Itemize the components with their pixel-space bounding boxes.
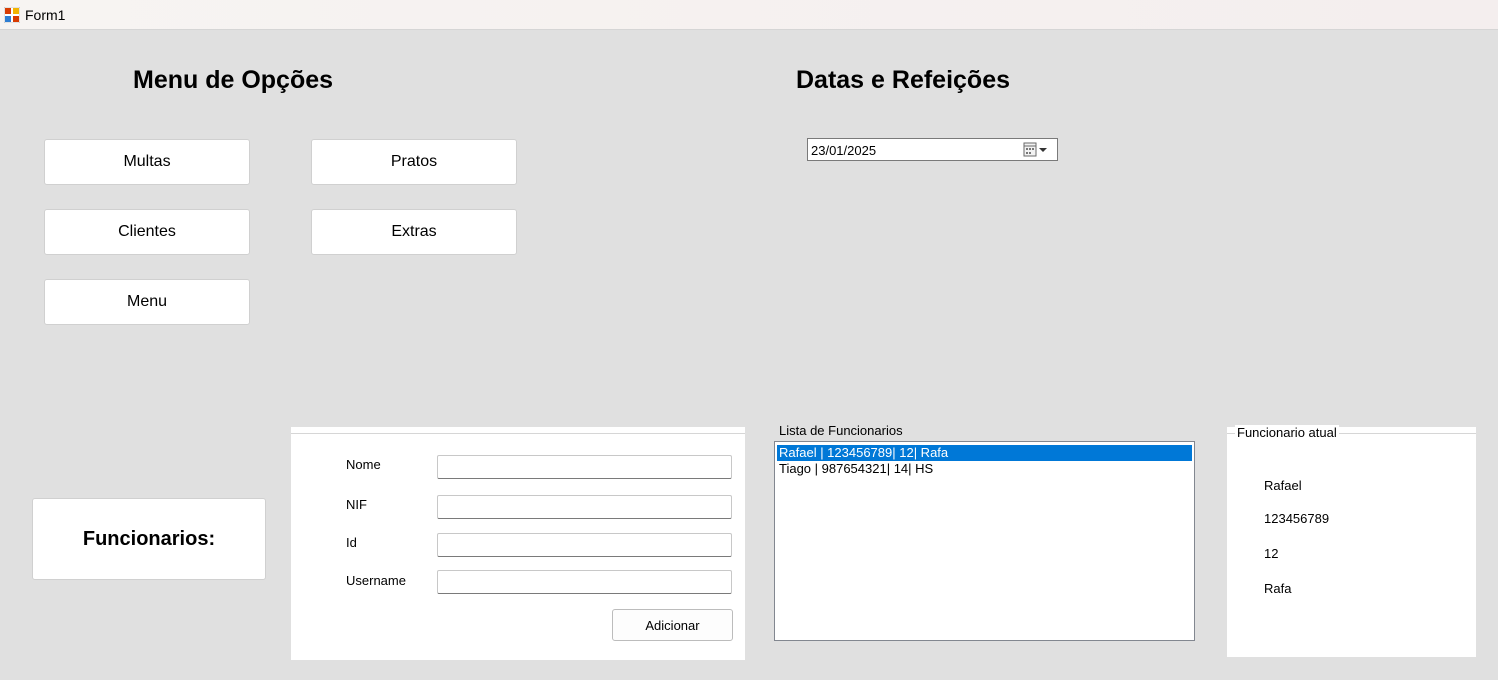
atual-nome: Rafael <box>1264 478 1302 493</box>
username-input[interactable] <box>437 570 732 594</box>
groupbox-border <box>291 433 745 434</box>
multas-button[interactable]: Multas <box>44 139 250 185</box>
atual-nif: 123456789 <box>1264 511 1330 526</box>
datas-heading: Datas e Refeições <box>796 66 1011 94</box>
menu-button[interactable]: Menu <box>44 279 250 325</box>
app-form-icon <box>4 7 20 23</box>
funcionarios-label-box: Funcionarios: <box>32 498 266 580</box>
funcionario-atual-group: Funcionario atual <box>1227 425 1476 657</box>
pratos-button[interactable]: Pratos <box>311 139 517 185</box>
date-picker[interactable]: 23/01/2025 <box>807 138 1058 161</box>
extras-button[interactable]: Extras <box>311 209 517 255</box>
username-label: Username <box>346 573 406 588</box>
nome-label: Nome <box>346 457 381 472</box>
atual-username: Rafa <box>1264 581 1292 596</box>
list-item[interactable]: Rafael | 123456789| 12| Rafa <box>777 445 1192 461</box>
list-item[interactable]: Tiago | 987654321| 14| HS <box>777 461 1192 477</box>
nif-label: NIF <box>346 497 367 512</box>
funcionario-atual-legend: Funcionario atual <box>1235 425 1339 440</box>
clientes-button[interactable]: Clientes <box>44 209 250 255</box>
window-titlebar[interactable]: Form1 <box>0 0 1498 30</box>
nif-input[interactable] <box>437 495 732 519</box>
date-value: 23/01/2025 <box>811 143 877 158</box>
funcionarios-label: Funcionarios: <box>82 527 216 550</box>
id-input[interactable] <box>437 533 732 557</box>
window-title: Form1 <box>25 7 66 23</box>
menu-heading: Menu de Opções <box>133 66 334 94</box>
atual-id: 12 <box>1264 546 1279 561</box>
id-label: Id <box>346 535 357 550</box>
funcionarios-listbox[interactable]: Rafael | 123456789| 12| Rafa Tiago | 987… <box>774 441 1195 641</box>
calendar-dropdown-icon[interactable] <box>1023 142 1049 157</box>
lista-label: Lista de Funcionarios <box>779 423 903 438</box>
adicionar-button[interactable]: Adicionar <box>612 609 733 641</box>
nome-input[interactable] <box>437 455 732 479</box>
